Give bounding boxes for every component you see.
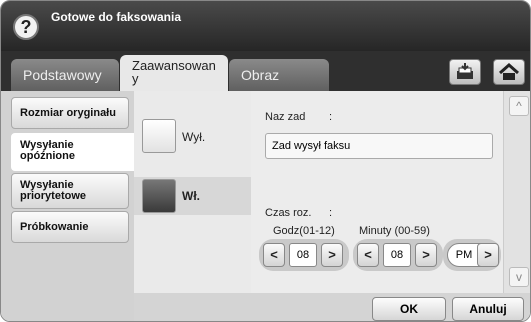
ok-button[interactable]: OK [372,297,446,321]
job-name-label: Naz zad [265,111,306,123]
options-panel: Wył. Wł. [134,91,251,321]
fax-window: ? Gotowe do faksowania Podstawowy Zaawan… [0,0,531,322]
tab-image[interactable]: Obraz [229,59,329,93]
sidebar-item-original-size[interactable]: Rozmiar oryginału [11,97,129,129]
hour-decrease-button[interactable]: < [263,243,285,267]
ampm-toggle-button[interactable]: > [477,243,499,267]
sidebar-item-delayed-send[interactable]: Wysyłanie opóźnione [11,133,135,171]
sidebar-item-priority-send[interactable]: Wysyłanie priorytetowe [11,173,129,209]
minute-label: Minuty (00-59) [359,225,430,237]
time-label: Czas roz. [265,207,312,219]
status-text: Gotowe do faksowania [51,10,182,24]
tab-bar: Podstawowy Zaawansowany Obraz [1,51,530,93]
scroll-down-button[interactable]: v [509,267,529,287]
scrollbar[interactable]: ^ v [503,91,530,321]
settings-panel: Naz zad : Zad wysył faksu Czas roz. : Go… [251,91,503,321]
hour-label: Godz(01-12) [273,225,335,237]
sidebar-item-sampling[interactable]: Próbkowanie [11,211,129,243]
hour-increase-button[interactable]: > [321,243,343,267]
off-option-button[interactable] [142,119,176,153]
on-option-row[interactable]: Wł. [134,177,251,215]
sidebar: Rozmiar oryginału Wysyłanie opóźnione Wy… [1,91,135,321]
job-name-field[interactable]: Zad wysył faksu [265,133,493,159]
on-option-button[interactable] [142,179,176,213]
home-button[interactable] [493,59,525,85]
minute-increase-button[interactable]: > [415,243,437,267]
job-name-colon: : [329,111,333,123]
hour-value: 08 [289,243,317,267]
off-option-label: Wył. [182,130,206,144]
footer-bar: OK Anuluj [134,293,530,321]
tray-button[interactable] [449,59,481,85]
tab-advanced-label: Zaawansowany [132,58,216,86]
tray-icon [457,63,473,79]
on-option-label: Wł. [182,189,200,203]
cancel-button[interactable]: Anuluj [452,297,524,321]
minute-decrease-button[interactable]: < [357,243,379,267]
header-bar: ? Gotowe do faksowania [1,1,530,51]
tab-basic[interactable]: Podstawowy [11,59,119,93]
scroll-up-button[interactable]: ^ [509,96,529,116]
time-colon: : [329,207,333,219]
minute-value: 08 [383,243,411,267]
ampm-value: PM [447,243,481,267]
home-icon [499,62,519,80]
help-icon[interactable]: ? [13,14,39,40]
tab-advanced[interactable]: Zaawansowany [120,55,228,93]
main-panel: Rozmiar oryginału Wysyłanie opóźnione Wy… [1,91,530,321]
